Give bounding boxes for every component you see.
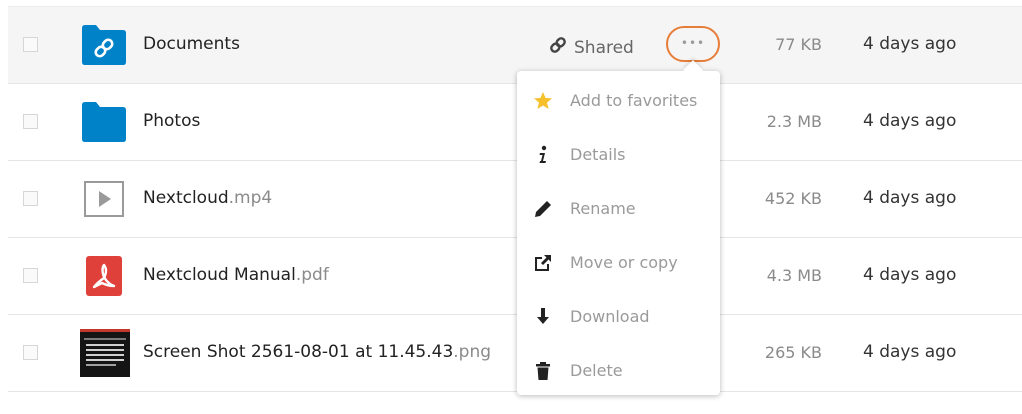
file-row[interactable]: Nextcloud.mp4 452 KB 4 days ago [8, 161, 1022, 238]
row-checkbox[interactable] [23, 345, 38, 360]
menu-item-move-or-copy[interactable]: Move or copy [517, 236, 720, 290]
menu-item-add-to-favorites[interactable]: Add to favorites [517, 74, 720, 128]
row-checkbox[interactable] [23, 37, 38, 52]
menu-item-download[interactable]: Download [517, 290, 720, 344]
file-size: 4.3 MB [766, 266, 822, 285]
menu-item-label: Download [570, 307, 650, 326]
file-row[interactable]: Screen Shot 2561-08-01 at 11.45.43.png 2… [8, 315, 1022, 392]
shared-label: Shared [574, 38, 634, 58]
shared-indicator[interactable]: Shared [548, 35, 634, 58]
info-icon [539, 145, 547, 163]
file-name[interactable]: Photos [143, 111, 200, 131]
file-list: Documents Shared ••• 77 KB 4 days ago Ph… [8, 6, 1022, 392]
file-modified: 4 days ago [863, 34, 957, 54]
download-icon [537, 308, 549, 324]
menu-item-details[interactable]: Details [517, 128, 720, 182]
file-size: 2.3 MB [766, 112, 822, 131]
shared-folder-icon [82, 25, 126, 65]
row-checkbox[interactable] [23, 114, 38, 129]
row-checkbox[interactable] [23, 191, 38, 206]
folder-icon [82, 102, 126, 142]
file-name[interactable]: Nextcloud Manual.pdf [143, 265, 329, 285]
menu-item-label: Move or copy [570, 253, 678, 272]
pdf-file-icon [82, 256, 126, 296]
menu-item-rename[interactable]: Rename [517, 182, 720, 236]
file-name[interactable]: Documents [143, 34, 240, 54]
file-modified: 4 days ago [863, 265, 957, 285]
file-name[interactable]: Screen Shot 2561-08-01 at 11.45.43.png [143, 342, 491, 362]
more-icon: ••• [680, 36, 706, 50]
menu-item-label: Rename [570, 199, 636, 218]
file-size: 77 KB [775, 35, 822, 54]
file-name[interactable]: Nextcloud.mp4 [143, 188, 272, 208]
menu-item-delete[interactable]: Delete [517, 344, 720, 398]
image-thumbnail [80, 329, 130, 377]
file-size: 452 KB [764, 189, 822, 208]
external-link-icon [535, 255, 551, 271]
trash-icon [536, 362, 550, 380]
file-row[interactable]: Nextcloud Manual.pdf 4.3 MB 4 days ago [8, 238, 1022, 315]
file-row[interactable]: Photos 2.3 MB 4 days ago [8, 84, 1022, 161]
menu-item-label: Add to favorites [570, 91, 698, 110]
file-modified: 4 days ago [863, 188, 957, 208]
more-actions-button[interactable]: ••• [666, 26, 720, 62]
link-icon [550, 37, 566, 53]
file-modified: 4 days ago [863, 111, 957, 131]
pencil-icon [535, 201, 551, 217]
file-actions-menu: Add to favorites Details Rename Move or … [517, 71, 720, 395]
video-file-icon [82, 179, 126, 219]
star-icon [534, 92, 552, 109]
menu-item-label: Details [570, 145, 626, 164]
file-size: 265 KB [764, 343, 822, 362]
menu-item-label: Delete [570, 361, 623, 380]
row-checkbox[interactable] [23, 268, 38, 283]
file-row[interactable]: Documents Shared ••• 77 KB 4 days ago [8, 6, 1022, 84]
file-modified: 4 days ago [863, 342, 957, 362]
